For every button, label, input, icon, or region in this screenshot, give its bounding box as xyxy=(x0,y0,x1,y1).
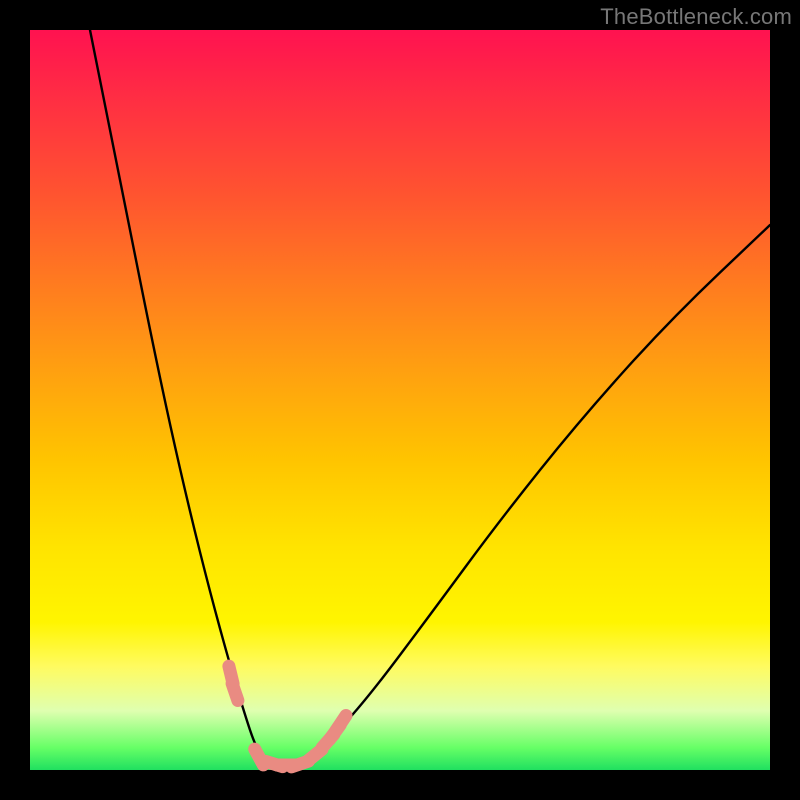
highlight-dot xyxy=(232,684,238,701)
watermark-text: TheBottleneck.com xyxy=(600,4,792,30)
highlight-dot xyxy=(336,716,346,731)
bottleneck-curve xyxy=(90,30,770,765)
curve-layer xyxy=(30,30,770,770)
chart-frame: TheBottleneck.com xyxy=(0,0,800,800)
plot-area xyxy=(30,30,770,770)
